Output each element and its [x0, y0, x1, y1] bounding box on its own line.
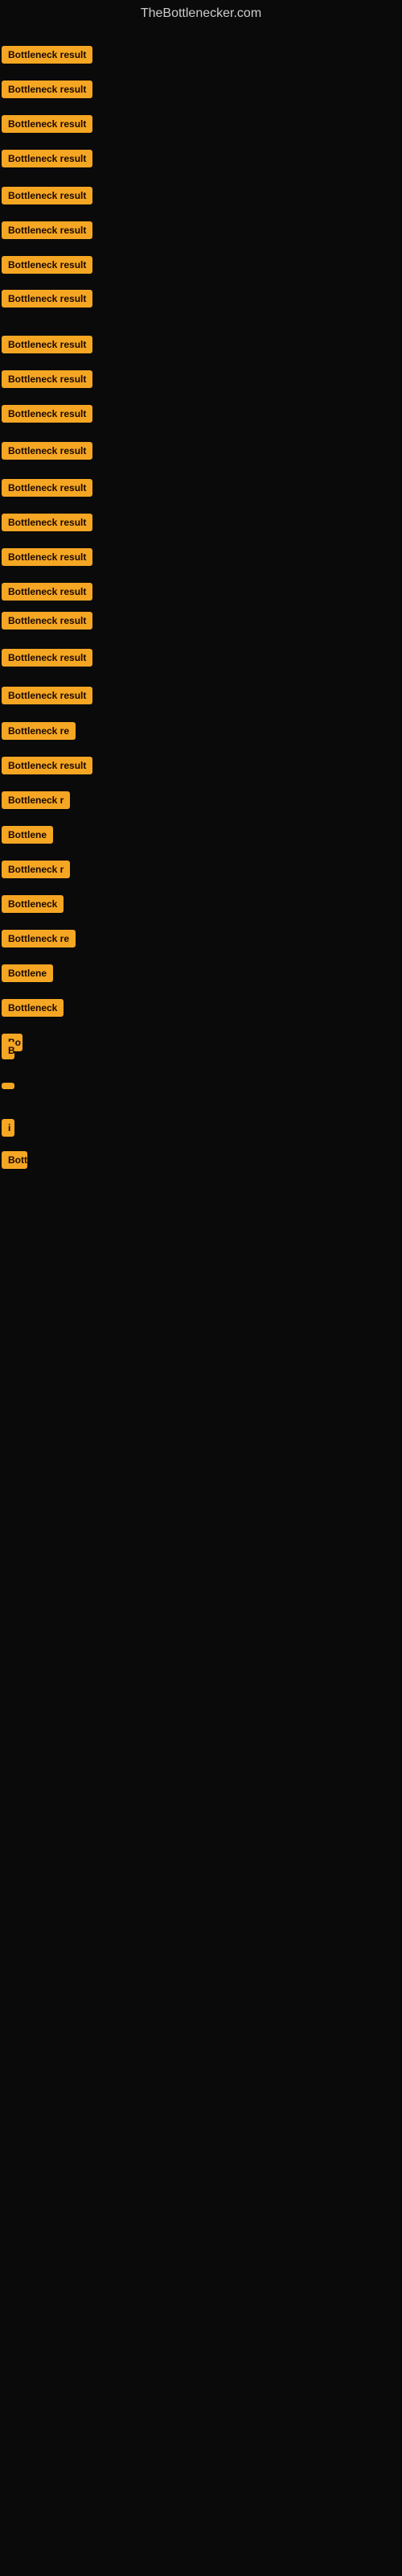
bottleneck-item-3[interactable]: Bottleneck result [2, 115, 92, 137]
bottleneck-item-11[interactable]: Bottleneck result [2, 405, 92, 427]
bottleneck-badge-26: Bottleneck re [2, 930, 76, 947]
bottleneck-badge-30: B [2, 1042, 14, 1059]
bottleneck-badge-6: Bottleneck result [2, 221, 92, 239]
bottleneck-item-7[interactable]: Bottleneck result [2, 256, 92, 278]
bottleneck-item-19[interactable]: Bottleneck result [2, 687, 92, 708]
bottleneck-item-8[interactable]: Bottleneck result [2, 290, 92, 312]
bottleneck-item-33[interactable]: Bott [2, 1151, 27, 1173]
bottleneck-badge-19: Bottleneck result [2, 687, 92, 704]
bottleneck-badge-22: Bottleneck r [2, 791, 70, 809]
bottleneck-item-10[interactable]: Bottleneck result [2, 370, 92, 392]
bottleneck-badge-28: Bottleneck [2, 999, 64, 1017]
bottleneck-badge-3: Bottleneck result [2, 115, 92, 133]
bottleneck-item-1[interactable]: Bottleneck result [2, 46, 92, 68]
bottleneck-badge-11: Bottleneck result [2, 405, 92, 423]
bottleneck-badge-9: Bottleneck result [2, 336, 92, 353]
bottleneck-badge-2: Bottleneck result [2, 80, 92, 98]
bottleneck-item-27[interactable]: Bottlene [2, 964, 53, 986]
bottleneck-badge-24: Bottleneck r [2, 861, 70, 878]
bottleneck-item-15[interactable]: Bottleneck result [2, 548, 92, 570]
bottleneck-item-21[interactable]: Bottleneck result [2, 757, 92, 778]
bottleneck-item-23[interactable]: Bottlene [2, 826, 53, 848]
bottleneck-item-5[interactable]: Bottleneck result [2, 187, 92, 208]
bottleneck-badge-1: Bottleneck result [2, 46, 92, 64]
bottleneck-badge-33: Bott [2, 1151, 27, 1169]
bottleneck-badge-18: Bottleneck result [2, 649, 92, 667]
bottleneck-item-20[interactable]: Bottleneck re [2, 722, 76, 744]
bottleneck-item-28[interactable]: Bottleneck [2, 999, 64, 1021]
bottleneck-item-17[interactable]: Bottleneck result [2, 612, 92, 634]
bottleneck-item-4[interactable]: Bottleneck result [2, 150, 92, 171]
bottleneck-item-32[interactable]: i [2, 1119, 14, 1141]
bottleneck-badge-32: i [2, 1119, 14, 1137]
bottleneck-badge-15: Bottleneck result [2, 548, 92, 566]
bottleneck-item-30[interactable]: B [2, 1042, 14, 1063]
bottleneck-badge-16: Bottleneck result [2, 583, 92, 601]
bottleneck-item-22[interactable]: Bottleneck r [2, 791, 70, 813]
bottleneck-badge-5: Bottleneck result [2, 187, 92, 204]
bottleneck-item-6[interactable]: Bottleneck result [2, 221, 92, 243]
bottleneck-badge-10: Bottleneck result [2, 370, 92, 388]
bottleneck-item-9[interactable]: Bottleneck result [2, 336, 92, 357]
bottleneck-item-13[interactable]: Bottleneck result [2, 479, 92, 501]
bottleneck-badge-8: Bottleneck result [2, 290, 92, 308]
bottleneck-item-24[interactable]: Bottleneck r [2, 861, 70, 882]
bottleneck-item-26[interactable]: Bottleneck re [2, 930, 76, 952]
bottleneck-badge-14: Bottleneck result [2, 514, 92, 531]
bottleneck-badge-23: Bottlene [2, 826, 53, 844]
bottleneck-item-25[interactable]: Bottleneck [2, 895, 64, 917]
site-title: TheBottlenecker.com [0, 0, 402, 27]
bottleneck-badge-20: Bottleneck re [2, 722, 76, 740]
bottleneck-item-2[interactable]: Bottleneck result [2, 80, 92, 102]
bottleneck-badge-13: Bottleneck result [2, 479, 92, 497]
bottleneck-badge-17: Bottleneck result [2, 612, 92, 630]
bottleneck-item-14[interactable]: Bottleneck result [2, 514, 92, 535]
bottleneck-badge-25: Bottleneck [2, 895, 64, 913]
bottleneck-badge-21: Bottleneck result [2, 757, 92, 774]
bottleneck-item-12[interactable]: Bottleneck result [2, 442, 92, 464]
bottleneck-badge-12: Bottleneck result [2, 442, 92, 460]
bottleneck-item-16[interactable]: Bottleneck result [2, 583, 92, 605]
bottleneck-badge-4: Bottleneck result [2, 150, 92, 167]
bottleneck-badge-31 [2, 1083, 14, 1089]
bottleneck-badge-7: Bottleneck result [2, 256, 92, 274]
bottleneck-badge-27: Bottlene [2, 964, 53, 982]
bottleneck-item-18[interactable]: Bottleneck result [2, 649, 92, 671]
bottleneck-item-31[interactable] [2, 1079, 14, 1093]
